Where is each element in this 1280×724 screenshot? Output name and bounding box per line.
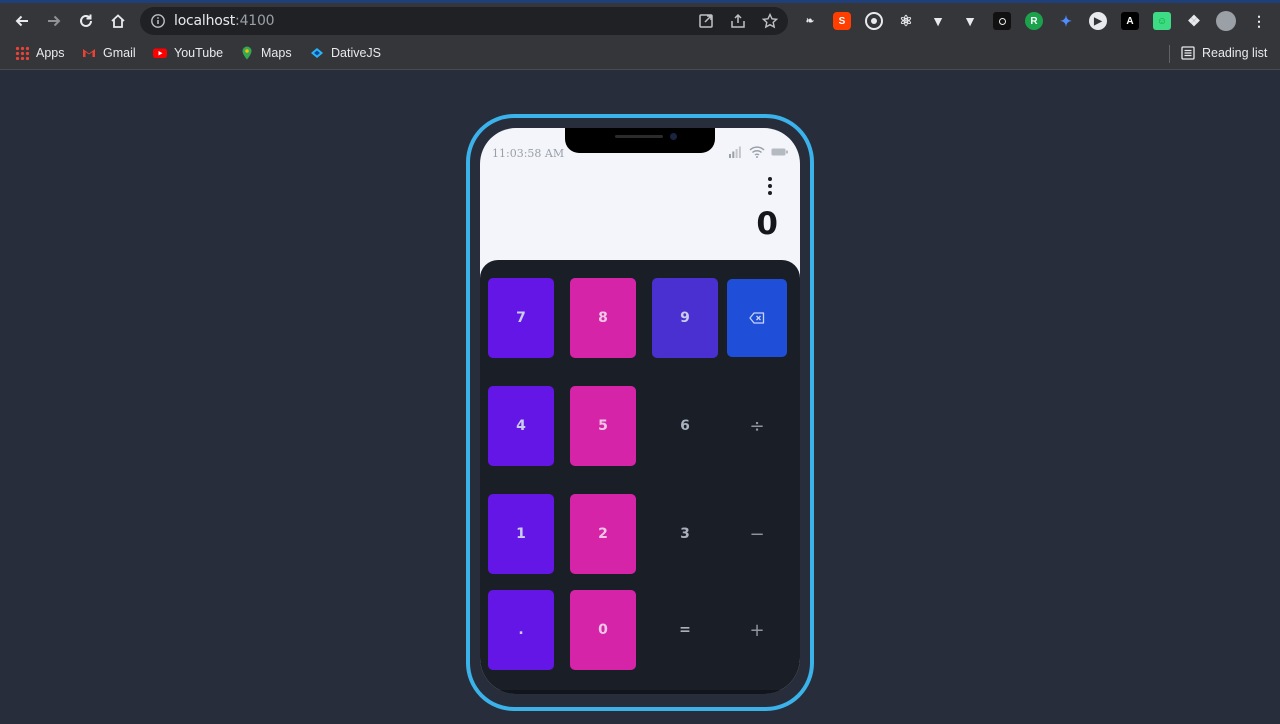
key-9[interactable]: 9 <box>652 278 718 358</box>
puzzle-blue-extension-icon[interactable]: ✦ <box>1057 12 1075 30</box>
bookmark-gmail[interactable]: Gmail <box>82 43 136 63</box>
wifi-icon <box>749 146 765 158</box>
forward-button[interactable] <box>41 8 67 34</box>
back-button[interactable] <box>9 8 35 34</box>
dot <box>768 184 772 188</box>
extension-1-icon[interactable]: ❧ <box>801 12 819 30</box>
notch-camera <box>670 133 677 140</box>
bookmark-label: DativeJS <box>331 46 382 60</box>
reading-list-label: Reading list <box>1202 46 1268 60</box>
key-3[interactable]: 3 <box>652 494 718 574</box>
battery-icon <box>771 148 788 156</box>
notch-speaker <box>615 135 663 138</box>
bookmark-apps[interactable]: Apps <box>15 43 65 63</box>
youtube-icon <box>153 48 167 58</box>
svelte-extension-icon[interactable]: S <box>833 12 851 30</box>
dativejs-icon <box>311 48 323 58</box>
add-button[interactable]: + <box>724 590 790 670</box>
key-4[interactable]: 4 <box>488 386 554 466</box>
bookmark-label: Apps <box>36 46 65 60</box>
back-arrow-icon <box>15 15 28 27</box>
calculator-display: 0 <box>756 206 778 242</box>
green-extension-icon[interactable]: R <box>1025 12 1043 30</box>
subtract-button[interactable]: − <box>724 494 790 574</box>
angular-extension-icon[interactable]: A <box>1121 12 1139 30</box>
bookmarks-bar: Apps Gmail YouTube Maps DativeJS Reading… <box>0 37 1280 70</box>
url-port: :4100 <box>235 13 275 29</box>
browser-menu-icon[interactable]: ⋮ <box>1250 12 1268 30</box>
vue-devtools-alt-icon[interactable]: ▼ <box>961 12 979 30</box>
bookmark-maps[interactable]: Maps <box>240 43 292 63</box>
android-extension-icon[interactable]: ☺ <box>1153 12 1171 30</box>
reading-list-button[interactable]: Reading list <box>1181 43 1267 63</box>
backspace-button[interactable] <box>727 279 787 357</box>
home-button[interactable] <box>105 8 131 34</box>
phone-notch <box>565 128 715 153</box>
divide-button[interactable]: ÷ <box>724 386 790 466</box>
profile-avatar-icon[interactable] <box>1216 11 1236 31</box>
key-6[interactable]: 6 <box>652 386 718 466</box>
apps-grid-icon <box>15 46 29 60</box>
gmail-icon <box>83 49 95 57</box>
maps-icon <box>242 46 252 60</box>
key-2[interactable]: 2 <box>570 494 636 574</box>
bookmark-dativejs[interactable]: DativeJS <box>310 43 381 63</box>
play-extension-icon[interactable]: ▶ <box>1089 12 1107 30</box>
camera-extension-icon[interactable] <box>993 12 1011 30</box>
bookmark-label: YouTube <box>174 46 224 60</box>
home-indicator-bar <box>480 690 800 694</box>
bookmark-youtube[interactable]: YouTube <box>153 43 223 63</box>
react-devtools-icon[interactable]: ⚛ <box>897 12 915 30</box>
status-time: 11:03:58 AM <box>492 147 565 160</box>
url-host: localhost <box>174 13 236 29</box>
reading-list-icon <box>1181 46 1195 60</box>
key-8[interactable]: 8 <box>570 278 636 358</box>
dot <box>768 191 772 195</box>
url-text[interactable]: localhost:4100 <box>174 13 275 29</box>
signal-icon <box>729 146 741 158</box>
address-bar[interactable]: localhost:4100 <box>140 7 788 35</box>
site-info-icon[interactable] <box>150 13 166 29</box>
phone-screen: 11:03:58 AM 0 7 8 9 4 5 6 ÷ 1 2 3 − . 0 … <box>480 128 800 694</box>
browser-toolbar: localhost:4100 ❧ S ⚛ ▼ ▼ R ✦ ▶ A ☺ ❖ ⋮ <box>0 3 1280 37</box>
bookmark-label: Gmail <box>103 46 136 60</box>
key-1[interactable]: 1 <box>488 494 554 574</box>
bookmark-label: Maps <box>261 46 292 60</box>
more-options-icon[interactable] <box>762 176 778 196</box>
reload-icon <box>80 14 92 27</box>
bookmark-star-icon[interactable] <box>761 12 779 30</box>
calculator-keypad: 7 8 9 4 5 6 ÷ 1 2 3 − . 0 = + <box>480 260 800 694</box>
dot <box>768 177 772 181</box>
key-7[interactable]: 7 <box>488 278 554 358</box>
extensions-puzzle-icon[interactable]: ❖ <box>1185 12 1203 30</box>
key-0[interactable]: 0 <box>570 590 636 670</box>
key-decimal[interactable]: . <box>488 590 554 670</box>
forward-arrow-icon <box>48 15 61 27</box>
bookmarks-separator <box>1169 45 1170 63</box>
share-icon[interactable] <box>729 12 747 30</box>
vue-devtools-icon[interactable]: ▼ <box>929 12 947 30</box>
open-in-new-icon[interactable] <box>697 12 715 30</box>
equals-button[interactable]: = <box>652 590 718 670</box>
target-extension-icon[interactable] <box>865 12 883 30</box>
reload-button[interactable] <box>73 8 99 34</box>
backspace-icon <box>749 312 765 324</box>
key-5[interactable]: 5 <box>570 386 636 466</box>
home-icon <box>111 14 125 28</box>
phone-frame: 11:03:58 AM 0 7 8 9 4 5 6 ÷ 1 2 3 − . 0 … <box>466 114 814 711</box>
